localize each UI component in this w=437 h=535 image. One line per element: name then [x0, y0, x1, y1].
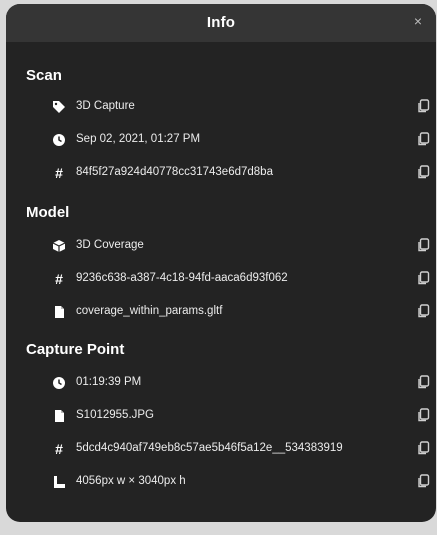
scan-row-type: 3D Capture	[6, 98, 436, 118]
scan-row-date: Sep 02, 2021, 01:27 PM	[6, 131, 436, 151]
capture-row-time: 01:19:39 PM	[6, 374, 436, 394]
panel-title: Info	[206, 14, 236, 31]
dimensions-icon	[51, 474, 67, 490]
capture-row-file: S1012955.JPG	[6, 407, 436, 427]
hash-icon: #	[55, 271, 63, 287]
copy-icon[interactable]	[417, 271, 431, 285]
copy-icon[interactable]	[417, 132, 431, 146]
capture-dimensions-value: 4056px w × 3040px h	[76, 475, 186, 487]
capture-id-value: 5dcd4c940af749eb8c57ae5b46f5a12e__534383…	[76, 442, 343, 454]
scan-type-value: 3D Capture	[76, 100, 135, 112]
section-title-scan: Scan	[26, 67, 62, 84]
model-row-id: # 9236c638-a387-4c18-94fd-aaca6d93f062	[6, 270, 436, 290]
section-title-capture-point: Capture Point	[26, 341, 125, 358]
model-id-value: 9236c638-a387-4c18-94fd-aaca6d93f062	[76, 272, 288, 284]
copy-icon[interactable]	[417, 474, 431, 488]
capture-row-id: # 5dcd4c940af749eb8c57ae5b46f5a12e__5343…	[6, 440, 436, 460]
model-row-type: 3D Coverage	[6, 237, 436, 257]
info-panel: Info × Scan 3D Capture Sep 02, 2021, 01:…	[6, 4, 436, 522]
copy-icon[interactable]	[417, 304, 431, 318]
close-icon[interactable]: ×	[414, 12, 422, 30]
scan-row-id: # 84f5f27a924d40778cc31743e6d7d8ba	[6, 164, 436, 184]
model-type-value: 3D Coverage	[76, 239, 144, 251]
copy-icon[interactable]	[417, 408, 431, 422]
model-file-value: coverage_within_params.gltf	[76, 305, 223, 317]
hash-icon: #	[55, 165, 63, 181]
tag-icon	[51, 99, 67, 115]
copy-icon[interactable]	[417, 375, 431, 389]
panel-header: Info ×	[6, 4, 436, 42]
capture-time-value: 01:19:39 PM	[76, 376, 142, 388]
clock-icon	[51, 132, 67, 148]
clock-icon	[51, 375, 67, 391]
section-title-model: Model	[26, 204, 70, 221]
copy-icon[interactable]	[417, 99, 431, 113]
file-icon	[51, 408, 67, 424]
scan-id-value: 84f5f27a924d40778cc31743e6d7d8ba	[76, 166, 273, 178]
file-icon	[51, 304, 67, 320]
scan-date-value: Sep 02, 2021, 01:27 PM	[76, 133, 201, 145]
copy-icon[interactable]	[417, 238, 431, 252]
copy-icon[interactable]	[417, 165, 431, 179]
hash-icon: #	[55, 441, 63, 457]
copy-icon[interactable]	[417, 441, 431, 455]
capture-row-dimensions: 4056px w × 3040px h	[6, 473, 436, 493]
cube-icon	[51, 238, 67, 254]
model-row-file: coverage_within_params.gltf	[6, 303, 436, 323]
capture-file-value: S1012955.JPG	[76, 409, 155, 421]
